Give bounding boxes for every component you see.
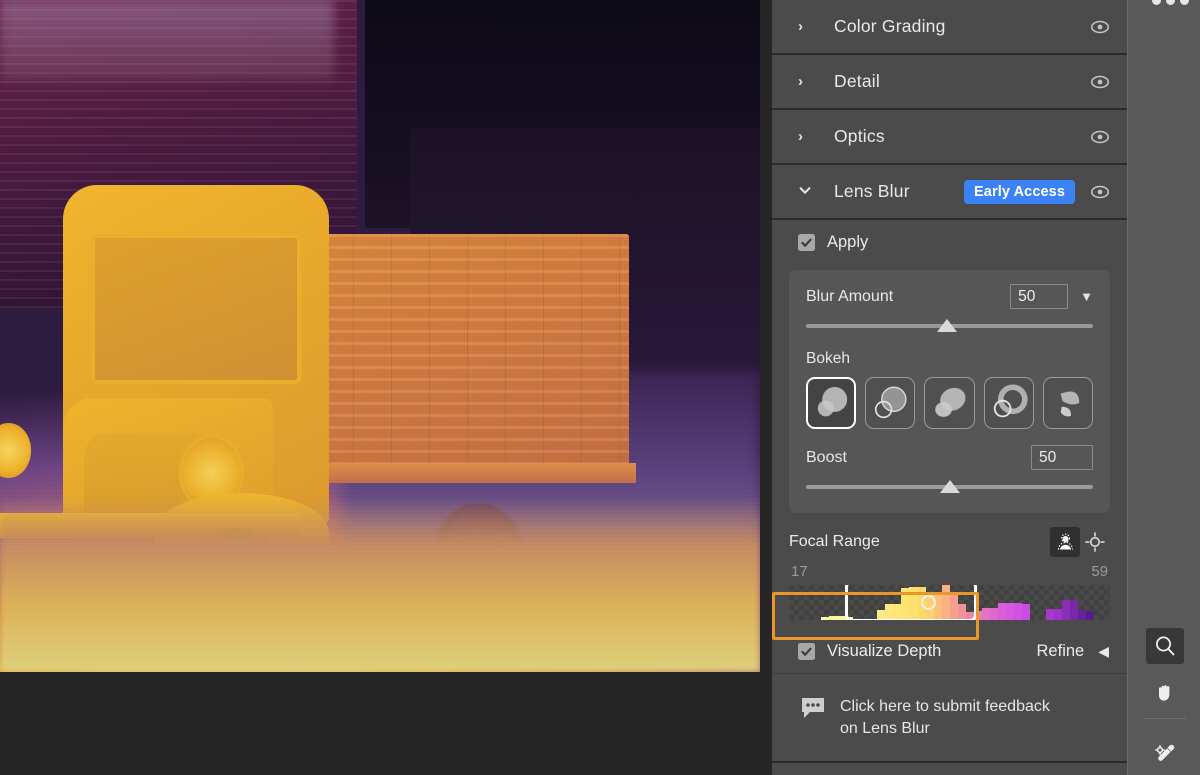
chevron-right-icon: › <box>798 18 803 35</box>
focal-range-min: 17 <box>791 563 808 580</box>
focal-range-handle[interactable] <box>920 595 936 610</box>
focal-range-header: Focal Range <box>789 527 1110 557</box>
feedback-link[interactable]: Click here to submit feedback on Lens Bl… <box>772 674 1127 764</box>
visualize-depth-label: Visualize Depth <box>827 642 942 660</box>
histogram-bar <box>981 607 990 620</box>
bokeh-circle-option[interactable] <box>806 377 857 429</box>
section-label: Color Grading <box>834 16 946 36</box>
boost-value[interactable]: 50 <box>1031 445 1093 470</box>
blur-controls-box: Blur Amount 50 ▼ Bokeh Boost 50 <box>789 270 1110 513</box>
blur-amount-label: Blur Amount <box>806 287 894 305</box>
dot <box>1166 0 1175 5</box>
histogram-bar <box>1013 602 1022 620</box>
dot <box>1152 0 1161 5</box>
histogram-bar <box>989 607 998 620</box>
eye-icon[interactable] <box>1089 71 1111 93</box>
boost-row: Boost 50 <box>806 445 1093 470</box>
feedback-text: Click here to submit feedback on Lens Bl… <box>840 696 1050 739</box>
comment-icon <box>800 696 826 725</box>
more-options-dots[interactable] <box>1152 0 1189 5</box>
histogram-bar <box>837 616 846 620</box>
slider-thumb[interactable] <box>939 480 960 493</box>
section-lens-blur[interactable]: Lens Blur Early Access <box>772 165 1127 220</box>
histogram-bar <box>1021 603 1030 620</box>
bokeh-cat-eye-option[interactable] <box>1042 377 1094 429</box>
histogram-bar <box>821 617 830 620</box>
section-label: Lens Blur <box>834 181 910 201</box>
apply-row[interactable]: Apply <box>772 220 1127 264</box>
boost-label: Boost <box>806 448 847 466</box>
chevron-right-icon: › <box>798 73 803 90</box>
dot <box>1180 0 1189 5</box>
histogram-bar <box>1086 611 1095 620</box>
histogram-bar <box>1054 609 1063 620</box>
hand-tool[interactable] <box>1146 674 1184 710</box>
bokeh-label: Bokeh <box>806 350 850 367</box>
chevron-right-icon: › <box>798 128 803 145</box>
histogram-bar <box>1005 603 1014 620</box>
focal-range-selection[interactable] <box>845 585 977 620</box>
section-detail[interactable]: › Detail <box>772 55 1127 110</box>
boost-slider[interactable] <box>806 479 1093 495</box>
subject-select-icon[interactable] <box>1050 527 1080 557</box>
caret-left-icon[interactable]: ◀ <box>1098 643 1109 660</box>
histogram-bar <box>1062 600 1071 620</box>
histogram-bar <box>1078 609 1087 620</box>
section-geometry[interactable]: › Geometry <box>772 763 1127 775</box>
apply-label: Apply <box>827 232 869 251</box>
section-label: Optics <box>834 126 885 146</box>
focal-range-label: Focal Range <box>789 533 880 550</box>
eye-icon[interactable] <box>1089 126 1111 148</box>
slider-thumb[interactable] <box>936 319 957 332</box>
app-root: 1927 DODGE•GRAHAM DO NOT CLIMB ON › Colo… <box>0 0 1200 775</box>
right-toolbar <box>1127 0 1200 775</box>
focal-range-values: 17 59 <box>789 563 1110 580</box>
feedback-line-1: Click here to submit feedback <box>840 698 1050 715</box>
bokeh-soft-blob-option[interactable] <box>924 377 975 429</box>
section-label: Detail <box>834 71 880 91</box>
histogram-bar <box>829 616 838 620</box>
blur-amount-row: Blur Amount 50 ▼ <box>806 284 1093 309</box>
eye-icon[interactable] <box>1089 181 1111 203</box>
section-color-grading[interactable]: › Color Grading <box>772 0 1127 55</box>
chevron-down-icon <box>798 183 816 201</box>
histogram-bar <box>1070 599 1079 620</box>
histogram-bar <box>997 603 1006 620</box>
toolbar-divider <box>1144 718 1186 719</box>
edit-panel: › Color Grading › Detail › Optics Lens B… <box>772 0 1127 775</box>
chevron-down-icon[interactable]: ▼ <box>1080 289 1093 304</box>
histogram-bar <box>1046 609 1055 620</box>
visualize-depth-checkbox[interactable] <box>798 643 815 660</box>
canvas-area[interactable]: 1927 DODGE•GRAHAM DO NOT CLIMB ON <box>0 0 772 775</box>
image-preview[interactable]: 1927 DODGE•GRAHAM DO NOT CLIMB ON <box>0 0 760 672</box>
eyedropper-tool[interactable] <box>1146 736 1184 772</box>
eye-icon[interactable] <box>1089 16 1111 38</box>
lens-blur-body: Apply Blur Amount 50 ▼ Bokeh Boost 50 Fo… <box>772 220 1127 764</box>
bokeh-ring-overlap-option[interactable] <box>865 377 916 429</box>
focal-range-max: 59 <box>1091 563 1108 580</box>
focus-target-icon[interactable] <box>1080 527 1110 557</box>
zoom-tool[interactable] <box>1146 628 1184 664</box>
image-grain <box>0 0 760 672</box>
blur-amount-value[interactable]: 50 <box>1010 284 1069 309</box>
feedback-line-2: on Lens Blur <box>840 719 930 737</box>
bokeh-options <box>806 377 1094 429</box>
focal-range-box: Focal Range 17 59 <box>789 527 1110 620</box>
blur-amount-slider[interactable] <box>806 318 1093 334</box>
section-optics[interactable]: › Optics <box>772 110 1127 165</box>
apply-checkbox[interactable] <box>798 233 815 251</box>
refine-label[interactable]: Refine <box>1037 642 1085 661</box>
visualize-depth-row[interactable]: Visualize Depth Refine ◀ <box>772 630 1127 674</box>
early-access-badge: Early Access <box>964 179 1075 204</box>
depth-histogram[interactable] <box>789 585 1110 620</box>
bokeh-donut-option[interactable] <box>983 377 1034 429</box>
